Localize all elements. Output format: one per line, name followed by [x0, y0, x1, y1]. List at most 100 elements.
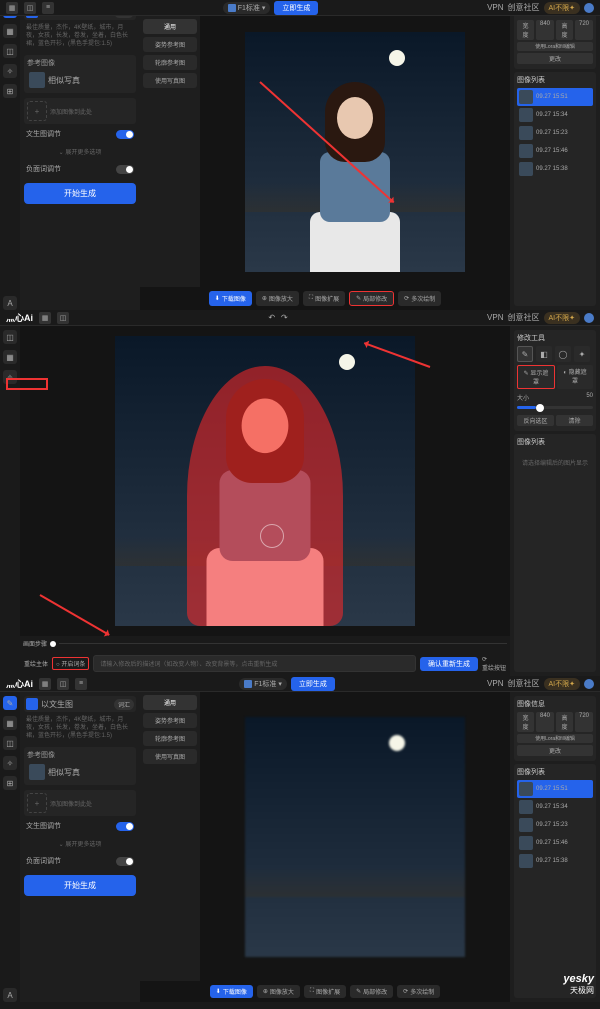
- list-item[interactable]: 09.27 15:23: [517, 816, 593, 834]
- upscale-button[interactable]: ⊕ 图像放大: [257, 985, 300, 998]
- eraser-tool-icon[interactable]: ◧: [536, 346, 552, 362]
- list-item[interactable]: 09.27 15:38: [517, 852, 593, 870]
- prompt-input[interactable]: 请输入修改后的描述词（如改变人物）、改变背景等，点击重新生成: [93, 655, 416, 672]
- nav-font-icon[interactable]: A: [3, 296, 17, 310]
- prompt-text[interactable]: 最佳质量，杰作，4K壁纸，城市，月夜，女孩，长发，卷发，坐着，白色长裙，蓝色开衫…: [24, 715, 136, 742]
- upscale-button[interactable]: ⊕ 图像放大: [256, 291, 299, 306]
- prompt-opt-toggle[interactable]: [116, 130, 134, 139]
- negative-toggle[interactable]: [116, 857, 134, 866]
- editing-image[interactable]: [115, 336, 415, 626]
- reset-button[interactable]: ⟳重绘按钮: [482, 656, 506, 672]
- list-item[interactable]: 09.27 15:34: [517, 798, 593, 816]
- top-icon[interactable]: ▦: [39, 312, 51, 324]
- wand-tool-icon[interactable]: ✦: [574, 346, 590, 362]
- top-icon[interactable]: ≡: [75, 678, 87, 690]
- ctrl-tab-general[interactable]: 通用: [143, 695, 197, 710]
- add-image-button[interactable]: +: [27, 793, 47, 813]
- ref-image-row[interactable]: 相似写真: [27, 762, 133, 782]
- list-item[interactable]: 09.27 15:51: [517, 88, 593, 106]
- list-item[interactable]: 09.27 15:46: [517, 142, 593, 160]
- regenerate-button[interactable]: 确认重新生成: [420, 657, 478, 671]
- vpn-label[interactable]: VPN: [487, 3, 503, 12]
- nav-icon[interactable]: ▦: [3, 350, 17, 364]
- community-link[interactable]: 创意社区: [508, 312, 540, 323]
- nav-text2img-icon[interactable]: ✎: [3, 696, 17, 710]
- top-icon[interactable]: ▦: [6, 2, 18, 14]
- edit-button[interactable]: ✎ 局部修改: [350, 985, 393, 998]
- vocab-badge[interactable]: 词汇: [114, 699, 134, 710]
- nav-font-icon[interactable]: A: [3, 988, 17, 1002]
- top-icon[interactable]: ◫: [57, 312, 69, 324]
- model-selector[interactable]: F1标准▾: [239, 678, 287, 690]
- expand-more[interactable]: ⌄ 展开更多选项: [24, 836, 136, 851]
- community-link[interactable]: 创意社区: [508, 678, 540, 689]
- nav-icon[interactable]: ◫: [3, 736, 17, 750]
- ctrl-tab-outline[interactable]: 轮廓参考图: [143, 731, 197, 746]
- variation-button[interactable]: ⟳ 多次绘制: [398, 291, 441, 306]
- ctrl-tab-outline[interactable]: 轮廓参考图: [143, 55, 197, 70]
- user-avatar[interactable]: [584, 313, 594, 323]
- user-avatar[interactable]: [584, 3, 594, 13]
- nav-icon[interactable]: ◫: [3, 44, 17, 58]
- ctrl-tab-portrait[interactable]: 使用写真图: [143, 749, 197, 764]
- list-item[interactable]: 09.27 15:23: [517, 124, 593, 142]
- lasso-tool-icon[interactable]: ◯: [555, 346, 571, 362]
- ctrl-tab-pose[interactable]: 姿势参考图: [143, 37, 197, 52]
- nav-icon[interactable]: ▦: [3, 716, 17, 730]
- variation-button[interactable]: ⟳ 多次绘制: [397, 985, 440, 998]
- generate-button[interactable]: 开始生成: [24, 875, 136, 896]
- ctrl-tab-general[interactable]: 通用: [143, 19, 197, 34]
- history-step[interactable]: [50, 641, 56, 647]
- change-button[interactable]: 更改: [517, 745, 593, 756]
- nav-icon[interactable]: ◫: [3, 330, 17, 344]
- community-link[interactable]: 创意社区: [508, 2, 540, 13]
- list-item[interactable]: 09.27 15:46: [517, 834, 593, 852]
- add-image-button[interactable]: +: [27, 101, 47, 121]
- download-button[interactable]: ⬇ 下载图像: [209, 291, 252, 306]
- generated-image[interactable]: [245, 32, 465, 272]
- vpn-label[interactable]: VPN: [487, 679, 503, 688]
- change-button[interactable]: 更改: [517, 53, 593, 64]
- expand-more[interactable]: ⌄ 展开更多选项: [24, 144, 136, 159]
- list-item[interactable]: 09.27 15:51: [517, 780, 593, 798]
- ctrl-tab-pose[interactable]: 姿势参考图: [143, 713, 197, 728]
- model-selector[interactable]: F1标准▾: [223, 2, 271, 14]
- nav-icon[interactable]: ⊞: [3, 776, 17, 790]
- checkbox-label[interactable]: ○ 开启词条: [52, 657, 89, 670]
- vip-badge[interactable]: AI不限✦: [544, 2, 580, 14]
- nav-icon[interactable]: ✧: [3, 756, 17, 770]
- top-icon[interactable]: ≡: [42, 2, 54, 14]
- generate-button[interactable]: 开始生成: [24, 183, 136, 204]
- prompt-text[interactable]: 最佳质量，杰作，4K壁纸，城市，月夜，女孩，长发，卷发，坐着，白色长裙，蓝色开衫…: [24, 23, 136, 50]
- top-icon[interactable]: ◫: [24, 2, 36, 14]
- ctrl-tab-portrait[interactable]: 使用写真图: [143, 73, 197, 88]
- edit-button[interactable]: ✎ 局部修改: [349, 291, 394, 306]
- result-image[interactable]: [245, 717, 465, 957]
- nav-icon[interactable]: ▦: [3, 24, 17, 38]
- brush-tool-icon[interactable]: ✎: [517, 346, 533, 362]
- ref-image-row[interactable]: 相似写真: [27, 70, 133, 90]
- vip-badge[interactable]: AI不限✦: [544, 678, 580, 690]
- top-icon[interactable]: ◫: [57, 678, 69, 690]
- list-item[interactable]: 09.27 15:34: [517, 106, 593, 124]
- clear-button[interactable]: 清除: [556, 415, 593, 426]
- top-icon[interactable]: ▦: [39, 678, 51, 690]
- extend-button[interactable]: ⛶ 图像扩展: [304, 985, 346, 998]
- vpn-label[interactable]: VPN: [487, 313, 503, 322]
- negative-toggle[interactable]: [116, 165, 134, 174]
- invert-button[interactable]: 反向选区: [517, 415, 554, 426]
- brush-size-slider[interactable]: [517, 406, 593, 409]
- vip-badge[interactable]: AI不限✦: [544, 312, 580, 324]
- redo-icon[interactable]: ↷: [281, 313, 288, 322]
- show-mask-button[interactable]: ✎ 显示遮罩: [517, 365, 555, 389]
- user-avatar[interactable]: [584, 679, 594, 689]
- prompt-opt-toggle[interactable]: [116, 822, 134, 831]
- download-button[interactable]: ⬇ 下载图像: [210, 985, 253, 998]
- undo-icon[interactable]: ↶: [268, 313, 275, 322]
- hide-mask-button[interactable]: ◐ 隐藏遮罩: [557, 365, 593, 389]
- nav-icon[interactable]: ⊞: [3, 84, 17, 98]
- extend-button[interactable]: ⛶ 图像扩展: [303, 291, 345, 306]
- quick-gen-button[interactable]: 立即生成: [291, 677, 335, 691]
- nav-icon[interactable]: ✧: [3, 64, 17, 78]
- quick-gen-button[interactable]: 立即生成: [274, 1, 318, 15]
